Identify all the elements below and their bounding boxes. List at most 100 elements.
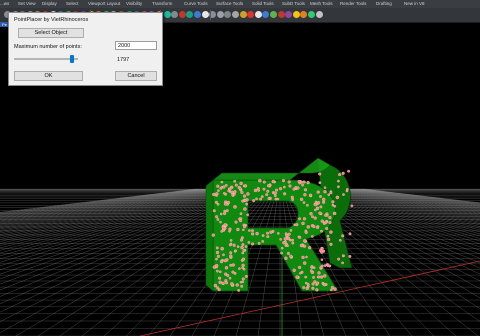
placed-point bbox=[304, 230, 308, 234]
placed-point bbox=[228, 227, 232, 231]
toolbar-tool-icon[interactable] bbox=[292, 11, 300, 18]
placed-point bbox=[323, 186, 327, 189]
placed-point bbox=[222, 192, 226, 195]
placed-point bbox=[302, 261, 307, 265]
placed-point bbox=[274, 194, 277, 198]
placed-point bbox=[269, 230, 273, 234]
placed-point bbox=[241, 199, 245, 203]
toolbar-tool-icon[interactable] bbox=[247, 11, 255, 18]
placed-point bbox=[279, 238, 282, 241]
placed-point bbox=[246, 213, 249, 217]
placed-point bbox=[320, 219, 324, 223]
toolbar-tab[interactable]: Curve Tools bbox=[184, 1, 208, 6]
placed-point bbox=[229, 251, 233, 255]
toolbar-tab[interactable]: Viewport Layout bbox=[88, 1, 120, 6]
placed-point bbox=[332, 211, 337, 216]
toolbar-tool-icon[interactable] bbox=[224, 11, 232, 18]
toolbar-tab[interactable]: Solid Tools bbox=[252, 1, 274, 6]
toolbar-tab[interactable]: Transform bbox=[152, 1, 172, 6]
toolbar-tool-icon[interactable] bbox=[315, 11, 323, 18]
placed-point bbox=[235, 283, 239, 287]
toolbar-tool-icon[interactable] bbox=[216, 11, 224, 18]
slider-thumb[interactable] bbox=[69, 55, 74, 63]
placed-point bbox=[320, 250, 324, 254]
toolbar-tool-icon[interactable] bbox=[232, 11, 239, 18]
placed-point bbox=[283, 192, 287, 196]
toolbar-tab[interactable]: Surface Tools bbox=[216, 1, 243, 6]
toolbar-tab[interactable]: Render Tools bbox=[340, 1, 366, 6]
placed-point bbox=[212, 209, 216, 213]
toolbar-tab[interactable]: Visibility bbox=[126, 1, 142, 6]
placed-point bbox=[328, 215, 332, 220]
toolbar-tab[interactable]: Set View bbox=[18, 1, 36, 6]
placed-point bbox=[225, 281, 228, 285]
toolbar-tab[interactable]: Select bbox=[66, 1, 79, 6]
placed-point bbox=[234, 220, 238, 224]
placed-point bbox=[341, 254, 345, 258]
placed-point bbox=[266, 231, 269, 235]
toolbar-tool-icon[interactable] bbox=[300, 11, 308, 18]
cancel-button[interactable]: Cancel bbox=[115, 71, 157, 81]
toolbar-tab[interactable]: Drafting bbox=[376, 1, 392, 6]
placed-point bbox=[286, 244, 289, 247]
placed-point bbox=[267, 184, 271, 188]
toolbar-tool-icon[interactable] bbox=[285, 11, 293, 18]
placed-point bbox=[298, 235, 302, 239]
placed-point bbox=[282, 241, 286, 245]
placed-point bbox=[216, 254, 220, 258]
toolbar-tool-icon[interactable] bbox=[186, 11, 194, 18]
toolbar-tool-icon[interactable] bbox=[201, 11, 209, 18]
placed-point bbox=[291, 241, 295, 245]
toolbar-tool-icon[interactable] bbox=[171, 11, 179, 18]
placed-point bbox=[337, 185, 340, 189]
placed-point bbox=[338, 173, 342, 177]
toolbar-tool-icon[interactable] bbox=[194, 11, 201, 18]
placed-point bbox=[224, 183, 228, 187]
toolbar-tool-icon[interactable] bbox=[270, 11, 277, 18]
slider-track[interactable] bbox=[14, 58, 78, 60]
placed-point bbox=[316, 226, 319, 230]
toolbar-tab[interactable]: Mesh Tools bbox=[310, 1, 333, 6]
toolbar-tab[interactable]: Display bbox=[42, 1, 57, 6]
r-letter-object[interactable] bbox=[205, 157, 353, 292]
placed-point bbox=[325, 227, 329, 230]
placed-point bbox=[229, 239, 233, 242]
placed-point bbox=[221, 281, 225, 286]
toolbar-tool-icon[interactable] bbox=[308, 11, 315, 18]
placed-point bbox=[215, 194, 218, 197]
placed-point bbox=[239, 238, 244, 242]
placed-point bbox=[223, 211, 227, 215]
toolbar-tool-icon[interactable] bbox=[262, 11, 270, 18]
toolbar-tool-icon[interactable] bbox=[277, 11, 285, 18]
toolbar-tool-icon[interactable] bbox=[178, 11, 186, 18]
placed-point bbox=[303, 193, 307, 197]
select-object-button[interactable]: Select Object bbox=[18, 28, 84, 38]
placed-point bbox=[241, 251, 245, 255]
placed-point bbox=[303, 188, 308, 192]
max-points-input[interactable]: 2000 bbox=[115, 41, 157, 50]
toolbar-tool-icon[interactable] bbox=[239, 11, 247, 18]
placed-point bbox=[301, 255, 305, 260]
placed-point bbox=[329, 242, 333, 246]
placed-point bbox=[320, 229, 323, 233]
placed-point bbox=[350, 204, 354, 208]
placed-point bbox=[311, 282, 315, 286]
placed-point bbox=[277, 232, 280, 235]
placed-point bbox=[231, 270, 235, 274]
placed-point bbox=[234, 183, 238, 187]
placed-point bbox=[318, 172, 322, 176]
toolbar-tab[interactable]: SubD Tools bbox=[282, 1, 305, 6]
toolbar-tool-icon[interactable] bbox=[163, 11, 171, 18]
placed-point bbox=[319, 195, 322, 198]
toolbar-tab[interactable]: New in V8 bbox=[404, 1, 425, 6]
toolbar-tab[interactable]: ...ws bbox=[0, 1, 9, 6]
points-slider[interactable] bbox=[14, 55, 78, 63]
placed-point bbox=[318, 181, 322, 185]
placed-point bbox=[219, 220, 222, 224]
placed-point bbox=[215, 215, 219, 219]
placed-point bbox=[323, 274, 327, 278]
ok-button[interactable]: OK bbox=[14, 71, 83, 81]
placed-point bbox=[326, 237, 331, 242]
toolbar-tool-icon[interactable] bbox=[254, 11, 262, 18]
placed-point bbox=[234, 249, 237, 253]
